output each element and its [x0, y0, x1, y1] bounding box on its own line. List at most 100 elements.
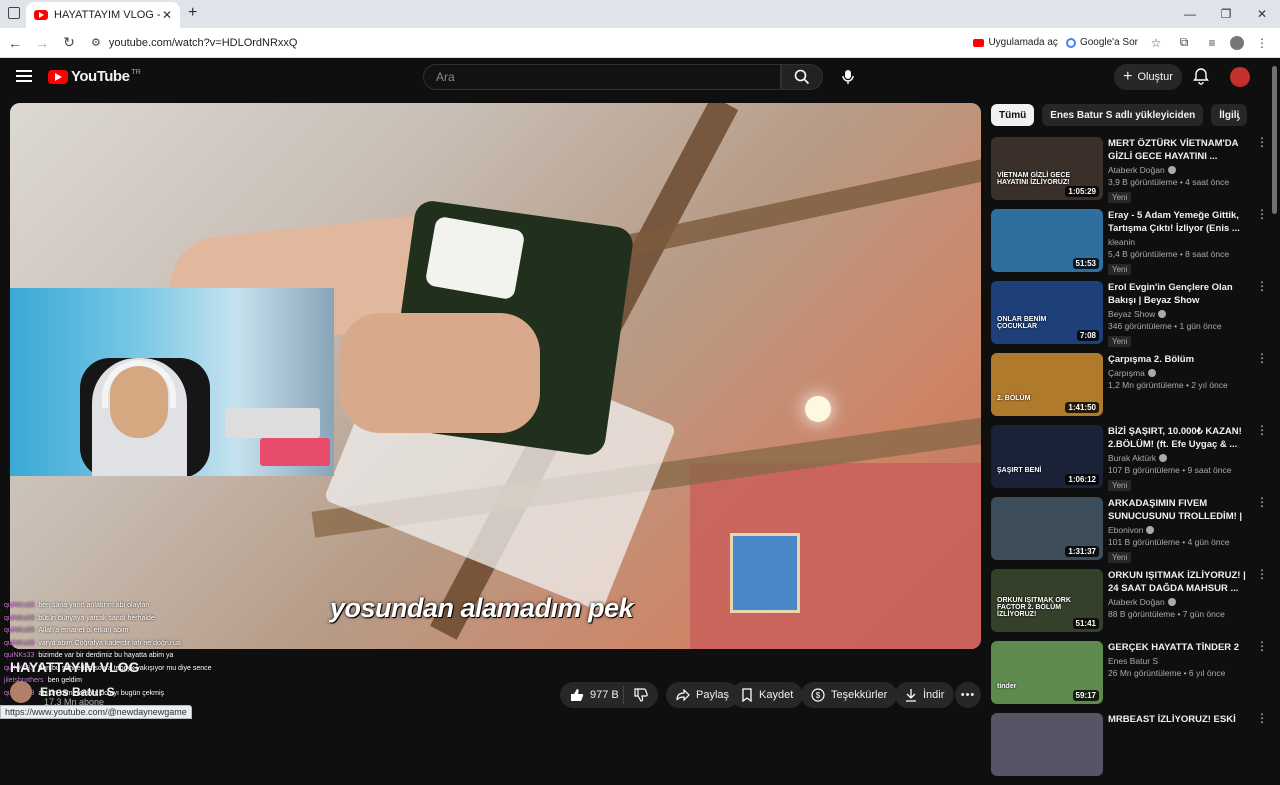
bookmark-star-icon[interactable]: ☆ — [1146, 36, 1166, 50]
like-button[interactable]: 977 B — [560, 686, 624, 704]
channel-name-text: Ataberk Doğan — [1108, 597, 1165, 607]
video-thumbnail[interactable]: 1:31:37 — [991, 497, 1103, 560]
download-button[interactable]: İndir — [895, 682, 955, 708]
new-badge: Yeni — [1108, 480, 1132, 491]
more-vertical-icon[interactable]: ⋮ — [1256, 280, 1268, 292]
reload-icon[interactable]: ↻ — [57, 34, 81, 51]
address-bar: ← → ↻ ⚙ youtube.com/watch?v=HDLOrdNRxxQ … — [0, 28, 1280, 58]
search-button[interactable] — [781, 64, 823, 90]
recommended-video[interactable]: ŞAŞIRT BENİ 1:06:12 BİZİ ŞAŞIRT, 10.000₺ K… — [991, 424, 1268, 497]
recommended-video[interactable]: tinder 59:17 GERÇEK HAYATTA TİNDER 2 Enes B… — [991, 640, 1268, 713]
chip-from-uploader[interactable]: Enes Batur S adlı yükleyiciden — [1042, 104, 1204, 126]
video-meta: 26 Mn görüntüleme • 6 yıl önce — [1108, 668, 1226, 678]
hamburger-menu-icon[interactable] — [16, 70, 32, 82]
more-vertical-icon[interactable]: ⋮ — [1256, 640, 1268, 652]
chip-all[interactable]: Tümü — [991, 104, 1035, 126]
minimize-icon[interactable]: — — [1172, 0, 1208, 28]
video-info: ORKUN IŞITMAK İZLİYORUZ! | 24 SAAT DAĞDA… — [1108, 569, 1248, 619]
page-scrollbar[interactable] — [1272, 66, 1277, 214]
thanks-button[interactable]: $ Teşekkürler — [801, 682, 898, 708]
tab-search-icon[interactable] — [8, 7, 20, 19]
recommended-video[interactable]: ONLAR BENİM ÇOCUKLAR 7:08 Erol Evgin'in Ge… — [991, 280, 1268, 353]
extensions-icon[interactable]: ⧉ — [1174, 35, 1194, 50]
video-thumbnail[interactable]: ORKUN IŞITMAK ORK FACTOR 2. BÖLÜM İZLİYO… — [991, 569, 1103, 632]
video-title[interactable]: MERT ÖZTÜRK VİETNAM'DA GİZLİ GECE HAYATI… — [1108, 137, 1248, 163]
video-thumbnail[interactable]: tinder 59:17 — [991, 641, 1103, 704]
ask-google-label: Google'a Sor — [1079, 37, 1138, 48]
video-title[interactable]: ARKADAŞIMIN FIVEM SUNUCUSUNU TROLLEDİM! … — [1108, 497, 1248, 523]
recommended-video[interactable]: 2. BÖLÜM 1:41:50 Çarpışma 2. Bölüm Çarpışma… — [991, 352, 1268, 425]
video-title[interactable]: Çarpışma 2. Bölüm — [1108, 353, 1248, 366]
restore-icon[interactable]: ❐ — [1208, 0, 1244, 28]
channel-name[interactable]: Ataberk Doğan — [1108, 165, 1248, 175]
browser-menu-icon[interactable]: ⋮ — [1252, 36, 1272, 50]
video-meta: 1,2 Mn görüntüleme • 2 yıl önce — [1108, 380, 1228, 390]
chevron-right-icon[interactable]: › — [1236, 109, 1241, 125]
create-button[interactable]: + Oluştur — [1114, 64, 1182, 90]
channel-name[interactable]: Beyaz Show — [1108, 309, 1248, 319]
video-title[interactable]: Erol Evgin'in Gençlere Olan Bakışı | Bey… — [1108, 281, 1248, 307]
video-title[interactable]: BİZİ ŞAŞIRT, 10.000₺ KAZAN! 2.BÖLÜM! (ft… — [1108, 425, 1248, 451]
video-duration: 1:06:12 — [1065, 474, 1099, 485]
search-input[interactable]: Ara — [423, 64, 781, 90]
channel-avatar[interactable] — [10, 681, 32, 703]
recommended-video[interactable]: 51:53 Eray - 5 Adam Yemeğe Gittik, Tartış… — [991, 208, 1268, 281]
channel-name[interactable]: Ataberk Doğan — [1108, 597, 1248, 607]
media-controls-icon[interactable]: ≡ — [1202, 36, 1222, 50]
channel-name[interactable]: Ebonivon — [1108, 525, 1248, 535]
channel-name[interactable]: Çarpışma — [1108, 368, 1248, 378]
video-thumbnail[interactable]: ONLAR BENİM ÇOCUKLAR 7:08 — [991, 281, 1103, 344]
dislike-button[interactable] — [624, 688, 658, 702]
recommended-video[interactable]: ORKUN IŞITMAK ORK FACTOR 2. BÖLÜM İZLİYO… — [991, 568, 1268, 641]
video-meta: 88 B görüntüleme • 7 gün önce — [1108, 609, 1225, 619]
forward-icon[interactable]: → — [30, 35, 54, 51]
recommended-video[interactable]: MRBEAST İZLİYORUZ! ESKİ ⋮ — [991, 712, 1268, 785]
account-avatar[interactable] — [1230, 67, 1250, 87]
video-thumbnail[interactable]: ŞAŞIRT BENİ 1:06:12 — [991, 425, 1103, 488]
search-placeholder: Ara — [436, 70, 455, 84]
more-vertical-icon[interactable]: ⋮ — [1256, 352, 1268, 364]
site-info-icon[interactable]: ⚙ — [91, 36, 101, 49]
bell-icon — [1193, 68, 1209, 85]
video-thumbnail[interactable] — [991, 713, 1103, 776]
window-close-icon[interactable]: ✕ — [1244, 0, 1280, 28]
save-button[interactable]: Kaydet — [731, 682, 804, 708]
video-thumbnail[interactable]: 51:53 — [991, 209, 1103, 272]
new-badge: Yeni — [1108, 264, 1132, 275]
window-controls: — ❐ ✕ — [1172, 0, 1280, 28]
video-title[interactable]: GERÇEK HAYATTA TİNDER 2 — [1108, 641, 1248, 654]
more-horizontal-icon: ••• — [960, 689, 976, 701]
share-button[interactable]: Paylaş — [666, 682, 740, 708]
more-vertical-icon[interactable]: ⋮ — [1256, 568, 1268, 580]
more-vertical-icon[interactable]: ⋮ — [1256, 424, 1268, 436]
back-icon[interactable]: ← — [3, 35, 27, 51]
video-thumbnail[interactable]: VİETNAM GİZLİ GECE HAYATINI İZLİYORUZ! 1:… — [991, 137, 1103, 200]
channel-name[interactable]: Burak Aktürk — [1108, 453, 1248, 463]
ask-google-button[interactable]: Google'a Sor — [1065, 37, 1138, 48]
url-field[interactable]: ⚙ youtube.com/watch?v=HDLOrdNRxxQ — [91, 31, 973, 55]
video-player[interactable]: yosundan alamadım pek — [10, 103, 981, 649]
tab-close-icon[interactable]: ✕ — [162, 8, 172, 22]
chat-text: Allah'a emanet ol erkan abim — [38, 627, 129, 634]
browser-profile-avatar[interactable] — [1230, 35, 1244, 50]
recommended-video[interactable]: 1:31:37 ARKADAŞIMIN FIVEM SUNUCUSUNU TROL… — [991, 496, 1268, 569]
open-in-app-button[interactable]: Uygulamada aç — [973, 37, 1058, 48]
video-title[interactable]: Eray - 5 Adam Yemeğe Gittik, Tartışma Çı… — [1108, 209, 1248, 235]
video-frame-fingers — [340, 313, 540, 433]
chip-related[interactable]: İlgili — [1211, 104, 1248, 126]
video-title[interactable]: ORKUN IŞITMAK İZLİYORUZ! | 24 SAAT DAĞDA… — [1108, 569, 1248, 595]
video-thumbnail[interactable]: 2. BÖLÜM 1:41:50 — [991, 353, 1103, 416]
more-vertical-icon[interactable]: ⋮ — [1256, 712, 1268, 724]
browser-tab[interactable]: HAYATTAYIM VLOG - YouTube ✕ — [26, 2, 180, 28]
channel-name[interactable]: kleanin — [1108, 237, 1248, 247]
notifications-button[interactable] — [1192, 67, 1210, 85]
voice-search-button[interactable] — [836, 65, 860, 89]
more-vertical-icon[interactable]: ⋮ — [1256, 496, 1268, 508]
channel-name[interactable]: Enes Batur S — [1108, 656, 1248, 666]
more-vertical-icon[interactable]: ⋮ — [1256, 136, 1268, 148]
recommended-video[interactable]: VİETNAM GİZLİ GECE HAYATINI İZLİYORUZ! 1:… — [991, 136, 1268, 209]
youtube-logo[interactable]: YouTube TR — [48, 68, 141, 85]
new-tab-icon[interactable]: + — [188, 4, 197, 22]
more-vertical-icon[interactable]: ⋮ — [1256, 208, 1268, 220]
more-actions-button[interactable]: ••• — [955, 682, 981, 708]
